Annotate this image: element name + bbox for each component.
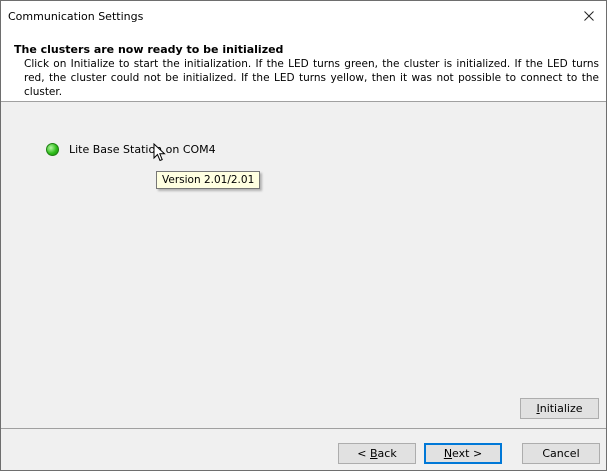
mouse-cursor-icon: [153, 143, 166, 162]
header-description: Click on Initialize to start the initial…: [24, 58, 599, 98]
cluster-item[interactable]: Lite Base Station on COM4: [46, 143, 216, 156]
led-status-icon: [46, 143, 59, 156]
initialize-label: Initialize: [536, 402, 583, 415]
cancel-button[interactable]: Cancel: [522, 443, 600, 464]
cluster-list-area: Lite Base Station on COM4 Version 2.01/2…: [1, 102, 606, 422]
initialize-button[interactable]: Initialize: [520, 398, 599, 419]
title-bar: Communication Settings: [1, 1, 606, 31]
wizard-footer: < Back Next > Cancel: [1, 428, 606, 470]
dialog-window: Communication Settings The clusters are …: [0, 0, 607, 471]
next-button[interactable]: Next >: [424, 443, 502, 464]
cluster-label: Lite Base Station on COM4: [69, 143, 216, 156]
back-button[interactable]: < Back: [338, 443, 416, 464]
close-button[interactable]: [572, 1, 606, 31]
window-title: Communication Settings: [8, 10, 144, 23]
version-tooltip: Version 2.01/2.01: [156, 171, 261, 189]
wizard-header: The clusters are now ready to be initial…: [1, 31, 606, 102]
next-label: Next >: [443, 447, 483, 460]
back-label: < Back: [357, 447, 397, 460]
close-icon: [584, 11, 594, 21]
header-title: The clusters are now ready to be initial…: [14, 43, 284, 56]
